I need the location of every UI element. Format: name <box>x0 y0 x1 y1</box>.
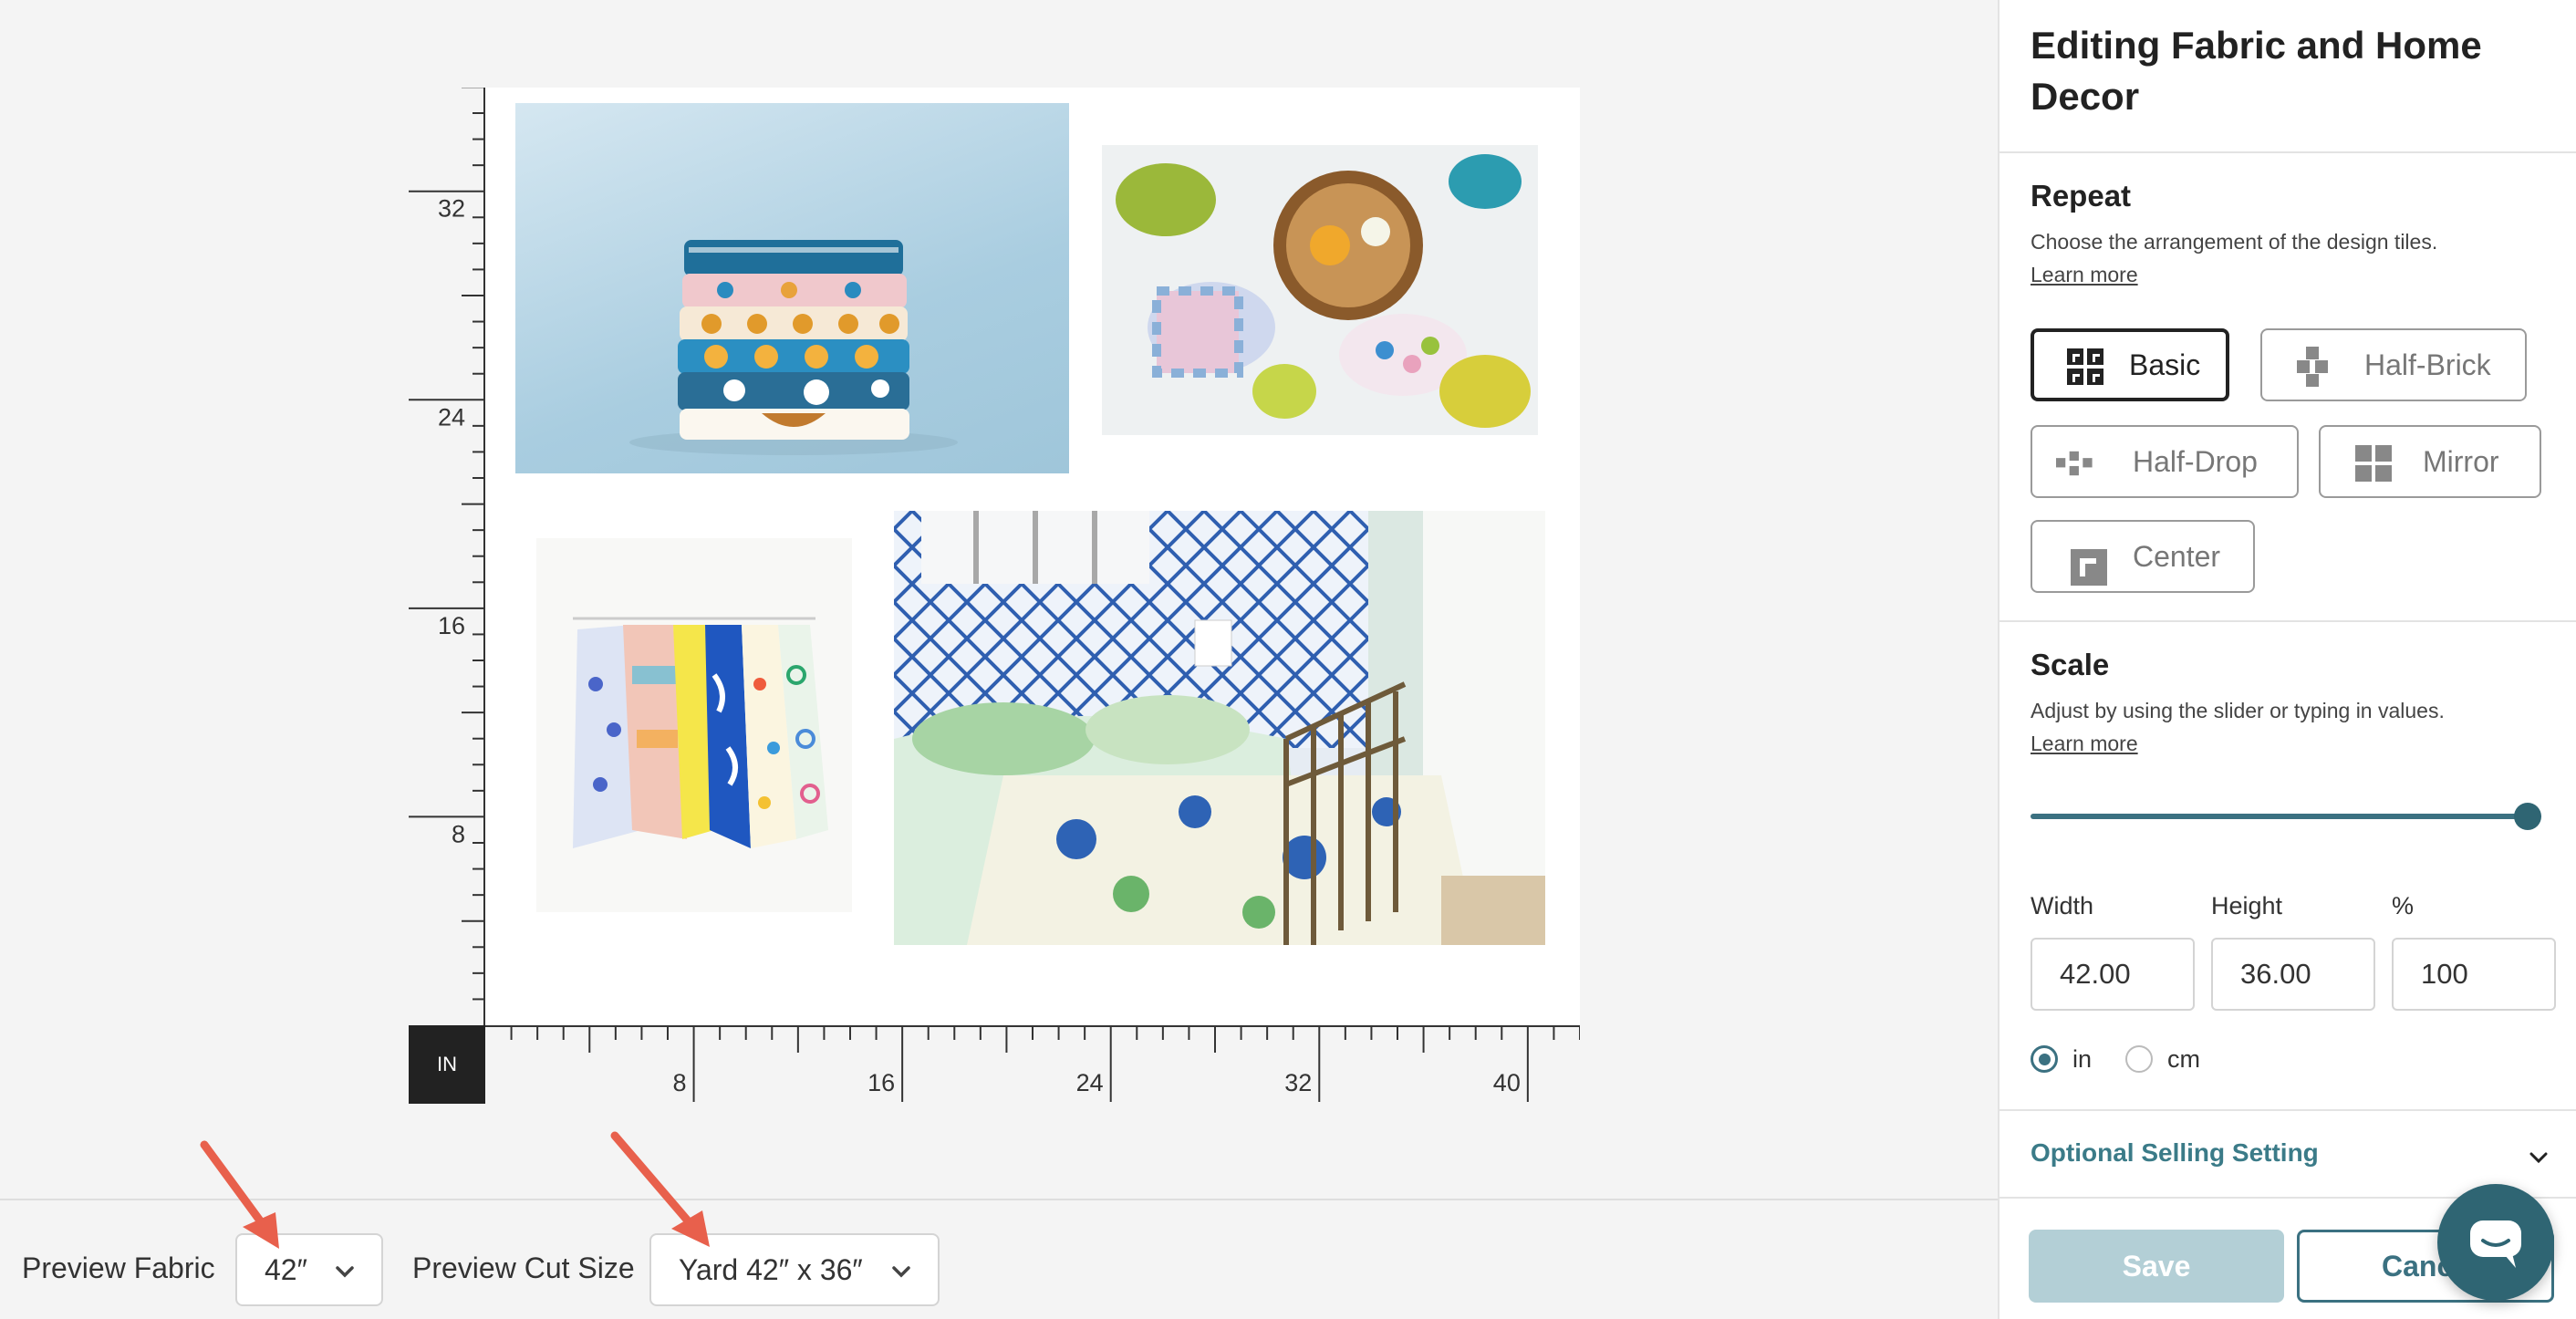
scale-learn-more-link[interactable]: Learn more <box>2031 732 2138 756</box>
panel-title: Editing Fabric and Home Decor <box>2031 24 2482 118</box>
chevron-down-icon[interactable] <box>2527 1146 2550 1169</box>
preview-cut-size-label: Preview Cut Size <box>412 1251 635 1284</box>
chat-support-button[interactable] <box>2437 1184 2554 1301</box>
mirror-icon <box>2355 445 2392 482</box>
percent-label: % <box>2392 892 2415 919</box>
unit-cm-label: cm <box>2167 1045 2200 1073</box>
ruler-label: 16 <box>438 612 465 639</box>
fabric-stack-photo <box>515 103 1069 473</box>
picnic-photo <box>1102 145 1538 435</box>
horizontal-ruler: 8 16 24 32 40 <box>485 1025 1580 1102</box>
repeat-half-drop-button[interactable]: Half-Drop <box>2031 425 2299 498</box>
basic-repeat-icon <box>2067 348 2103 385</box>
repeat-mirror-label: Mirror <box>2423 445 2499 478</box>
chevron-down-icon <box>336 1266 354 1278</box>
preview-cut-size-value: Yard 42″ x 36″ <box>679 1252 863 1286</box>
repeat-basic-button[interactable]: Basic <box>2031 328 2229 401</box>
divider <box>2000 1109 2576 1111</box>
unit-cm-radio[interactable] <box>2125 1045 2153 1073</box>
scale-slider[interactable] <box>2031 801 2541 832</box>
repeat-center-button[interactable]: Center <box>2031 520 2255 593</box>
scale-section-title: Scale <box>2031 648 2110 681</box>
ruler-label: 40 <box>1493 1069 1521 1096</box>
height-input[interactable] <box>2211 938 2375 1011</box>
scale-description: Adjust by using the slider or typing in … <box>2031 699 2445 722</box>
ruler-label: 32 <box>438 195 465 223</box>
preview-fabric-value: 42″ <box>265 1252 307 1286</box>
tea-towels-photo <box>536 538 852 912</box>
repeat-description: Choose the arrangement of the design til… <box>2031 230 2438 254</box>
repeat-center-label: Center <box>2133 540 2221 573</box>
repeat-half-brick-label: Half-Brick <box>2364 348 2491 381</box>
ruler-label: 24 <box>1076 1069 1104 1096</box>
scale-slider-thumb[interactable] <box>2514 803 2541 830</box>
width-label: Width <box>2031 892 2094 919</box>
repeat-half-brick-button[interactable]: Half-Brick <box>2260 328 2527 401</box>
repeat-basic-label: Basic <box>2129 348 2201 381</box>
ruler-label: 32 <box>1284 1069 1312 1096</box>
unit-in-label: in <box>2072 1045 2093 1073</box>
bedroom-photo <box>894 511 1545 945</box>
half-drop-icon <box>2056 451 2093 476</box>
edit-side-panel: Editing Fabric and Home Decor Repeat Cho… <box>1998 0 2576 1319</box>
optional-selling-setting-toggle[interactable]: Optional Selling Setting <box>2031 1138 2319 1168</box>
repeat-section-title: Repeat <box>2031 179 2132 213</box>
height-label: Height <box>2211 892 2283 919</box>
chevron-down-icon <box>892 1266 910 1278</box>
unit-in-radio[interactable] <box>2031 1045 2058 1073</box>
ruler-unit-label: IN <box>409 1025 485 1104</box>
divider <box>2000 151 2576 153</box>
width-input[interactable] <box>2031 938 2195 1011</box>
vertical-ruler: 32 24 16 8 <box>409 88 485 1025</box>
ruler-label: 24 <box>438 403 465 431</box>
repeat-mirror-button[interactable]: Mirror <box>2319 425 2541 498</box>
ruler-label: 8 <box>673 1069 687 1096</box>
chat-icon <box>2470 1220 2521 1268</box>
save-button[interactable]: Save <box>2029 1230 2284 1303</box>
center-icon <box>2071 549 2107 586</box>
divider <box>2000 620 2576 622</box>
annotation-arrow-icon <box>610 1131 710 1247</box>
repeat-learn-more-link[interactable]: Learn more <box>2031 263 2138 287</box>
preview-toolbar: Preview Fabric 42″ Preview Cut Size Yard… <box>0 1199 1998 1319</box>
preview-fabric-label: Preview Fabric <box>22 1251 215 1284</box>
repeat-half-drop-label: Half-Drop <box>2133 445 2258 478</box>
percent-input[interactable] <box>2392 938 2556 1011</box>
ruler-label: 16 <box>867 1069 895 1096</box>
half-brick-icon <box>2297 347 2328 387</box>
annotation-arrow-icon <box>200 1140 279 1249</box>
ruler-label: 8 <box>452 820 465 847</box>
canvas-area: 32 24 16 8 8 16 24 32 40 IN <box>0 0 1998 1199</box>
